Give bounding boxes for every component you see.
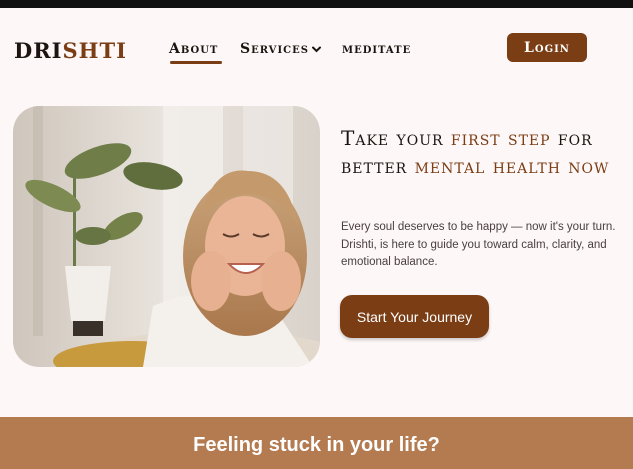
hero-title-highlight2: mental health now — [414, 154, 610, 178]
hero-image — [13, 106, 320, 367]
logo-part2: SHTI — [62, 38, 127, 63]
nav-meditate[interactable]: meditate — [342, 41, 411, 57]
hero-title-highlight1: first step — [450, 126, 551, 150]
login-button[interactable]: Login — [507, 33, 587, 62]
active-nav-underline — [170, 61, 222, 64]
top-border — [0, 0, 633, 8]
nav-services-label: Services — [240, 41, 309, 57]
chevron-down-icon — [311, 41, 321, 57]
logo[interactable]: DRISHTI — [14, 38, 127, 63]
nav-about[interactable]: About — [169, 41, 218, 57]
hero-title-part1: Take your — [341, 126, 451, 150]
nav-services[interactable]: Services — [240, 41, 321, 57]
hero-title: Take your first step for better mental h… — [341, 124, 626, 180]
hero-description: Every soul deserves to be happy — now it… — [341, 221, 616, 268]
feeling-stuck-banner: Feeling stuck in your life? — [0, 417, 633, 469]
start-journey-button[interactable]: Start Your Journey — [340, 295, 489, 338]
banner-heading: Feeling stuck in your life? — [193, 434, 440, 456]
logo-part1: DRI — [14, 38, 63, 63]
